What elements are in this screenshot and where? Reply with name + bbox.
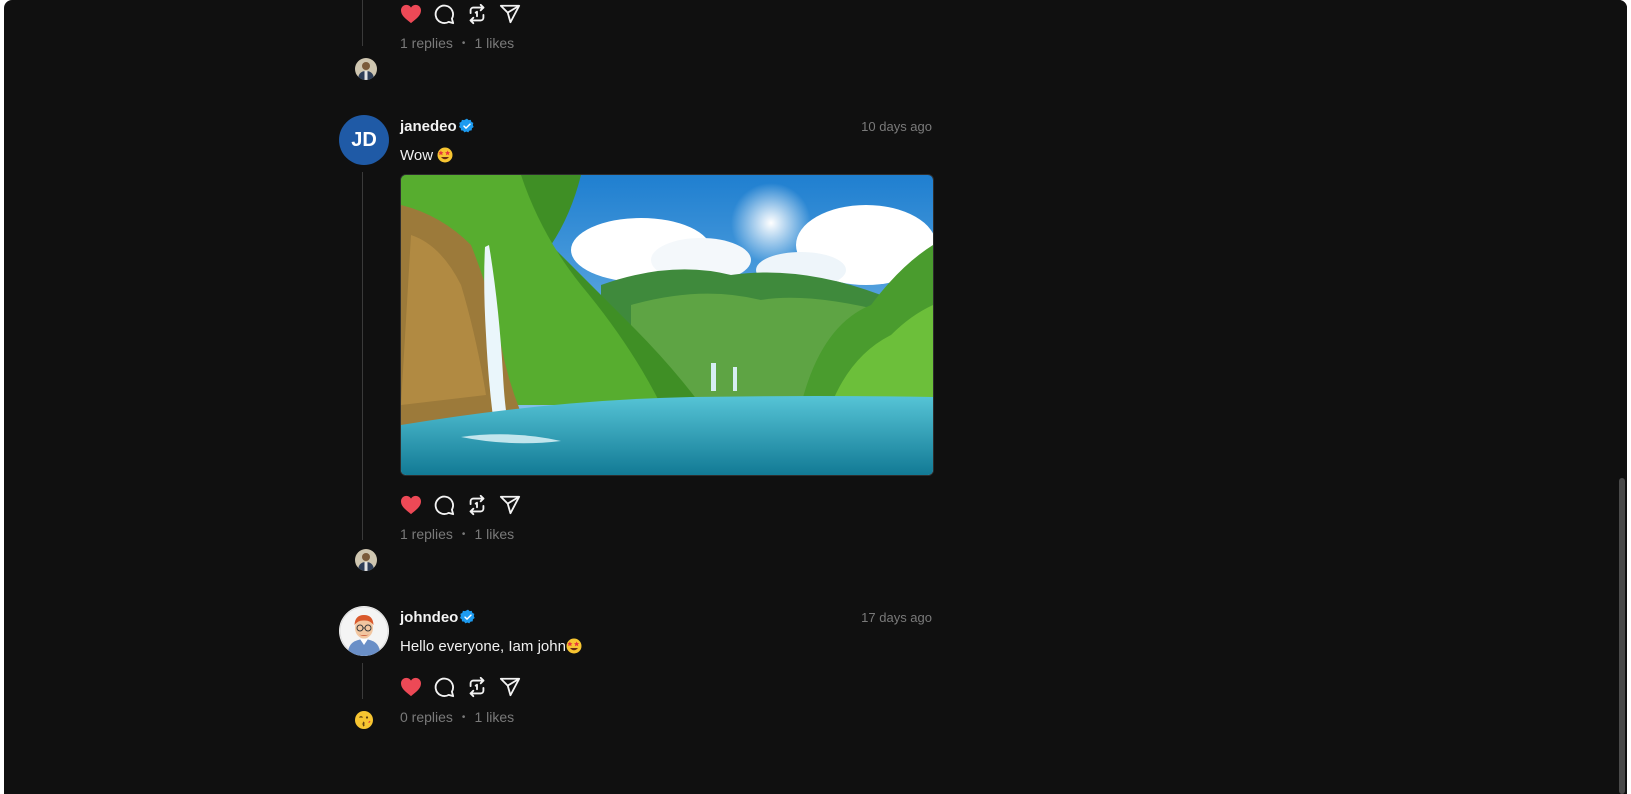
comment-button[interactable] (432, 2, 456, 26)
star-struck-emoji (437, 147, 453, 163)
like-button[interactable] (399, 493, 423, 517)
replies-count[interactable]: 1 replies (400, 526, 453, 542)
repost-button[interactable] (465, 493, 489, 517)
share-icon (499, 495, 521, 515)
share-button[interactable] (498, 493, 522, 517)
verified-badge-icon (460, 609, 475, 624)
post-actions (399, 675, 522, 699)
star-struck-emoji (566, 638, 582, 654)
post-stats: 1 replies • 1 likes (400, 35, 514, 51)
share-button[interactable] (498, 675, 522, 699)
repost-button[interactable] (465, 675, 489, 699)
post-actions (399, 493, 522, 517)
post-timestamp: 10 days ago (861, 119, 932, 134)
avatar-initials: JD (351, 128, 377, 151)
heart-icon (401, 677, 421, 697)
stats-separator: • (461, 528, 466, 540)
kissing-face-emoji (355, 711, 373, 729)
author-avatar[interactable]: JD (339, 115, 389, 165)
scrollbar-thumb[interactable] (1619, 478, 1625, 794)
comment-icon (434, 4, 455, 25)
comment-icon (434, 495, 455, 516)
share-button[interactable] (498, 2, 522, 26)
author-username[interactable]: johndeo (400, 609, 458, 626)
author-username[interactable]: janedeo (400, 118, 457, 135)
reply-avatar[interactable] (355, 58, 377, 80)
post-text: Hello everyone, Iam john (400, 638, 582, 655)
heart-icon (401, 495, 421, 515)
heart-icon (401, 4, 421, 24)
share-icon (499, 677, 521, 697)
post-text-content: Hello everyone, Iam john (400, 638, 566, 655)
comment-button[interactable] (432, 675, 456, 699)
repost-icon (469, 494, 485, 516)
post-image-waterfall[interactable] (400, 174, 934, 476)
replies-count[interactable]: 1 replies (400, 35, 453, 51)
like-button[interactable] (399, 2, 423, 26)
vertical-scrollbar[interactable] (1617, 0, 1627, 794)
comment-icon (434, 677, 455, 698)
post-stats: 0 replies • 1 likes (400, 709, 514, 725)
repost-icon (469, 3, 485, 25)
user-photo-avatar (355, 549, 377, 571)
user-photo-avatar (355, 58, 377, 80)
reply-avatar[interactable] (355, 549, 377, 571)
post-stats: 1 replies • 1 likes (400, 526, 514, 542)
thread-feed: 1 replies • 1 likes JD janedeo 10 days a… (4, 0, 1604, 794)
thread-line (362, 663, 363, 699)
stats-separator: • (461, 37, 466, 49)
post-text: Wow (400, 147, 453, 164)
repost-button[interactable] (465, 2, 489, 26)
post-text-content: Wow (400, 147, 434, 164)
verified-badge-icon (459, 118, 474, 133)
thread-line (362, 172, 363, 540)
thread-line (362, 0, 363, 46)
reply-emoji-avatar[interactable] (354, 710, 374, 730)
share-icon (499, 4, 521, 24)
likes-count[interactable]: 1 likes (474, 526, 514, 542)
like-button[interactable] (399, 675, 423, 699)
stats-separator: • (461, 711, 466, 723)
comment-button[interactable] (432, 493, 456, 517)
likes-count[interactable]: 1 likes (474, 709, 514, 725)
repost-icon (469, 676, 485, 698)
cartoon-man-avatar (339, 606, 389, 656)
replies-count[interactable]: 0 replies (400, 709, 453, 725)
author-avatar[interactable] (339, 606, 389, 656)
app-window: 1 replies • 1 likes JD janedeo 10 days a… (4, 0, 1627, 794)
likes-count[interactable]: 1 likes (474, 35, 514, 51)
post-actions (399, 2, 522, 26)
waterfall-landscape-photo (401, 175, 933, 475)
post-timestamp: 17 days ago (861, 610, 932, 625)
